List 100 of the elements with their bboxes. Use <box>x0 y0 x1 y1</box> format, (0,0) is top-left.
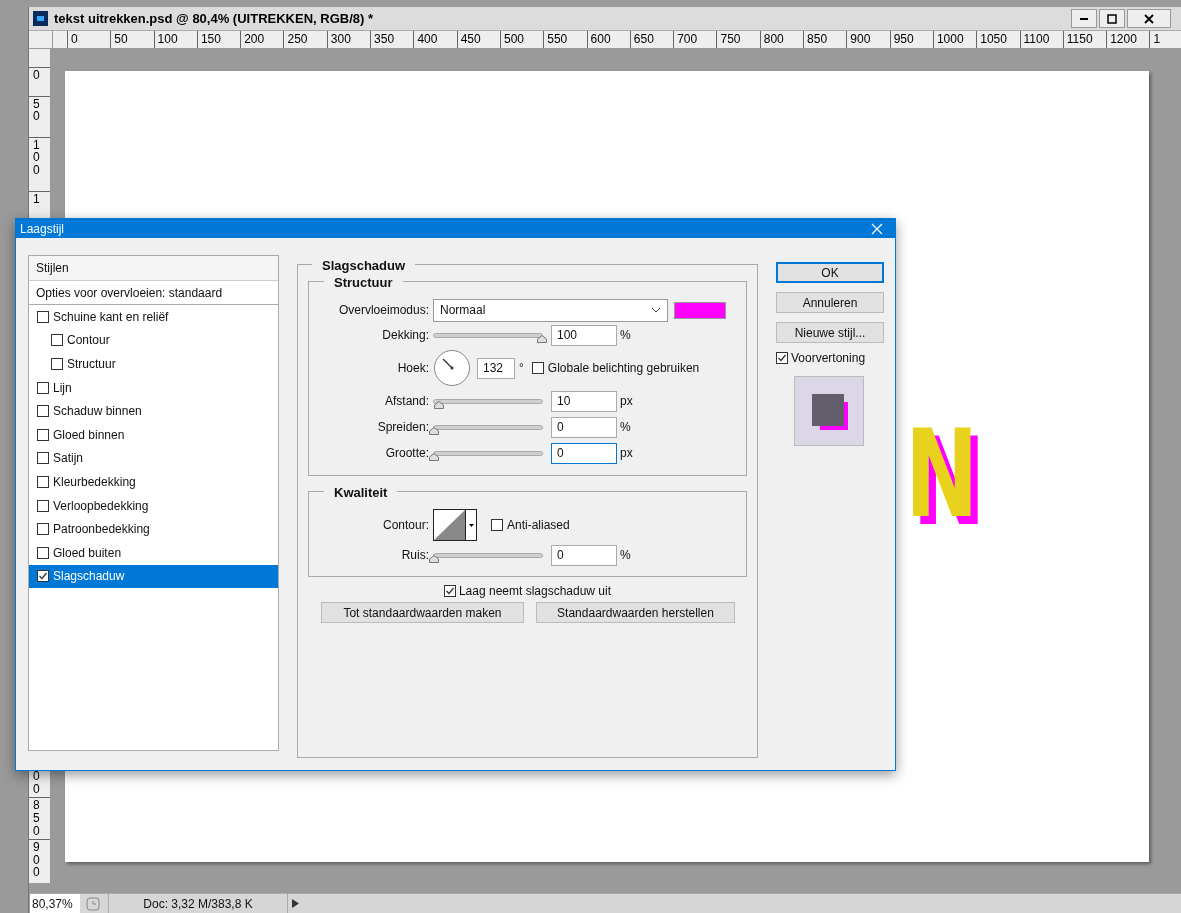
ruler-label: 50 <box>33 97 41 123</box>
close-button[interactable] <box>1127 9 1171 28</box>
list-item[interactable]: Gloed buiten <box>29 540 278 565</box>
ruler-label: 600 <box>590 32 611 46</box>
checkbox[interactable] <box>37 310 49 323</box>
checkbox-label: Voorvertoning <box>791 350 866 367</box>
unit-label: % <box>620 419 631 436</box>
ruler-label: 350 <box>374 32 395 46</box>
app-icon <box>33 11 48 26</box>
dropdown[interactable]: Normaal <box>433 298 668 322</box>
maximize-button[interactable] <box>1099 9 1125 28</box>
field-label: Ruis: <box>401 548 429 562</box>
field-label: Overvloeimodus: <box>338 303 429 317</box>
number-field[interactable]: 0 <box>551 442 617 464</box>
ruler-label: 500 <box>503 32 524 46</box>
ruler-label: 1100 <box>1023 32 1050 46</box>
canvas-text: N <box>905 413 979 535</box>
list-item[interactable]: Schaduw binnen <box>29 399 278 423</box>
minimize-button[interactable] <box>1071 9 1097 28</box>
ruler-label: 200 <box>244 32 265 46</box>
checkbox[interactable] <box>51 334 63 347</box>
checkbox[interactable] <box>51 358 63 370</box>
list-item[interactable]: Satijn <box>29 446 278 471</box>
slider-thumb[interactable] <box>434 400 445 409</box>
checkbox[interactable] <box>443 585 456 597</box>
unit-label: % <box>620 547 631 564</box>
ruler-label: 850 <box>33 799 41 838</box>
checkbox-label: Laag neemt slagschaduw uit <box>458 583 612 600</box>
doc-info: Doc: 3,32 M/383,8 K <box>108 894 288 913</box>
slider-thumb[interactable] <box>537 334 547 343</box>
checkbox[interactable] <box>37 475 49 488</box>
ruler-label: 0 <box>33 69 41 82</box>
unit-label: ° <box>519 360 524 377</box>
field-label: Contour: <box>382 518 429 532</box>
list-item[interactable]: Slagschaduw <box>29 564 278 589</box>
button[interactable]: Standaardwaarden herstellen <box>536 602 735 623</box>
list-item[interactable]: Kleurbedekking <box>29 470 278 494</box>
dialog-title: Laagstijl <box>20 220 66 238</box>
button[interactable]: OK <box>776 262 884 283</box>
button[interactable]: Nieuwe stijl... <box>776 322 884 343</box>
list-item[interactable]: Schuine kant en reliëf <box>29 305 278 329</box>
number-field[interactable]: 0 <box>551 416 617 438</box>
checkbox[interactable] <box>37 452 49 465</box>
button[interactable]: Tot standaardwaarden maken <box>321 602 524 623</box>
ruler-label: 550 <box>547 32 568 46</box>
ruler-label: 1150 <box>1066 32 1093 46</box>
ruler-label: 900 <box>33 841 41 879</box>
ruler-label: 400 <box>417 32 438 46</box>
angle-dial[interactable] <box>433 349 471 387</box>
checkbox[interactable] <box>37 381 49 394</box>
ruler-label: 1 <box>33 192 41 206</box>
checkbox[interactable] <box>491 519 503 531</box>
list-item[interactable]: Contour <box>29 328 278 353</box>
list-item[interactable]: Structuur <box>29 352 278 376</box>
contour-picker[interactable] <box>433 509 477 541</box>
ruler-label: 0 <box>71 32 78 46</box>
unit-label: px <box>620 445 633 462</box>
minimize-icon <box>1080 17 1088 20</box>
ruler-label: 1050 <box>980 32 1007 46</box>
caret-icon <box>468 523 474 527</box>
slider-thumb[interactable] <box>429 554 439 563</box>
field-label: Grootte: <box>385 446 429 460</box>
unit-label: % <box>620 327 631 344</box>
list-item[interactable]: Verloopbedekking <box>29 493 278 518</box>
checkbox[interactable] <box>37 405 49 418</box>
number-field[interactable]: 100 <box>551 324 617 346</box>
slider-thumb[interactable] <box>429 426 439 435</box>
checkbox[interactable] <box>37 546 49 559</box>
field-label: Spreiden: <box>377 420 429 434</box>
ruler-label: 100 <box>33 138 41 177</box>
color-swatch[interactable] <box>674 301 726 319</box>
ruler-label: 700 <box>677 32 698 46</box>
list-item[interactable]: Lijn <box>29 375 278 400</box>
number-field[interactable]: 10 <box>551 390 617 412</box>
checkbox[interactable] <box>37 570 49 583</box>
ruler-label: 150 <box>200 32 221 46</box>
list-item[interactable]: Opties voor overvloeien: standaard <box>36 283 223 302</box>
checkbox[interactable] <box>37 428 49 441</box>
checkbox[interactable] <box>776 352 788 364</box>
checkbox-label: Globale belichting gebruiken <box>547 360 700 377</box>
checkbox-label: Anti-aliased <box>507 517 570 534</box>
ruler-label: 1000 <box>936 32 964 46</box>
checkbox[interactable] <box>531 362 544 374</box>
list-item[interactable]: Gloed binnen <box>29 422 278 447</box>
zoom-field[interactable]: 80,37% <box>30 894 80 913</box>
field-label: Afstand: <box>384 394 429 408</box>
ruler-label: 900 <box>850 32 871 46</box>
ruler-label: 1200 <box>1110 32 1137 46</box>
chevron-icon <box>651 307 661 313</box>
button[interactable]: Annuleren <box>776 292 884 313</box>
number-field[interactable]: 0 <box>551 544 617 566</box>
number-field[interactable]: 132 <box>477 357 515 379</box>
checkbox[interactable] <box>37 523 49 536</box>
list-item[interactable]: Patroonbedekking <box>29 517 278 541</box>
checkbox[interactable] <box>37 499 49 512</box>
ruler-label: 300 <box>330 32 351 46</box>
ruler-label: 50 <box>114 32 128 46</box>
list-header: Stijlen <box>36 260 69 277</box>
ruler-label: 250 <box>287 32 308 46</box>
slider-thumb[interactable] <box>429 452 439 461</box>
